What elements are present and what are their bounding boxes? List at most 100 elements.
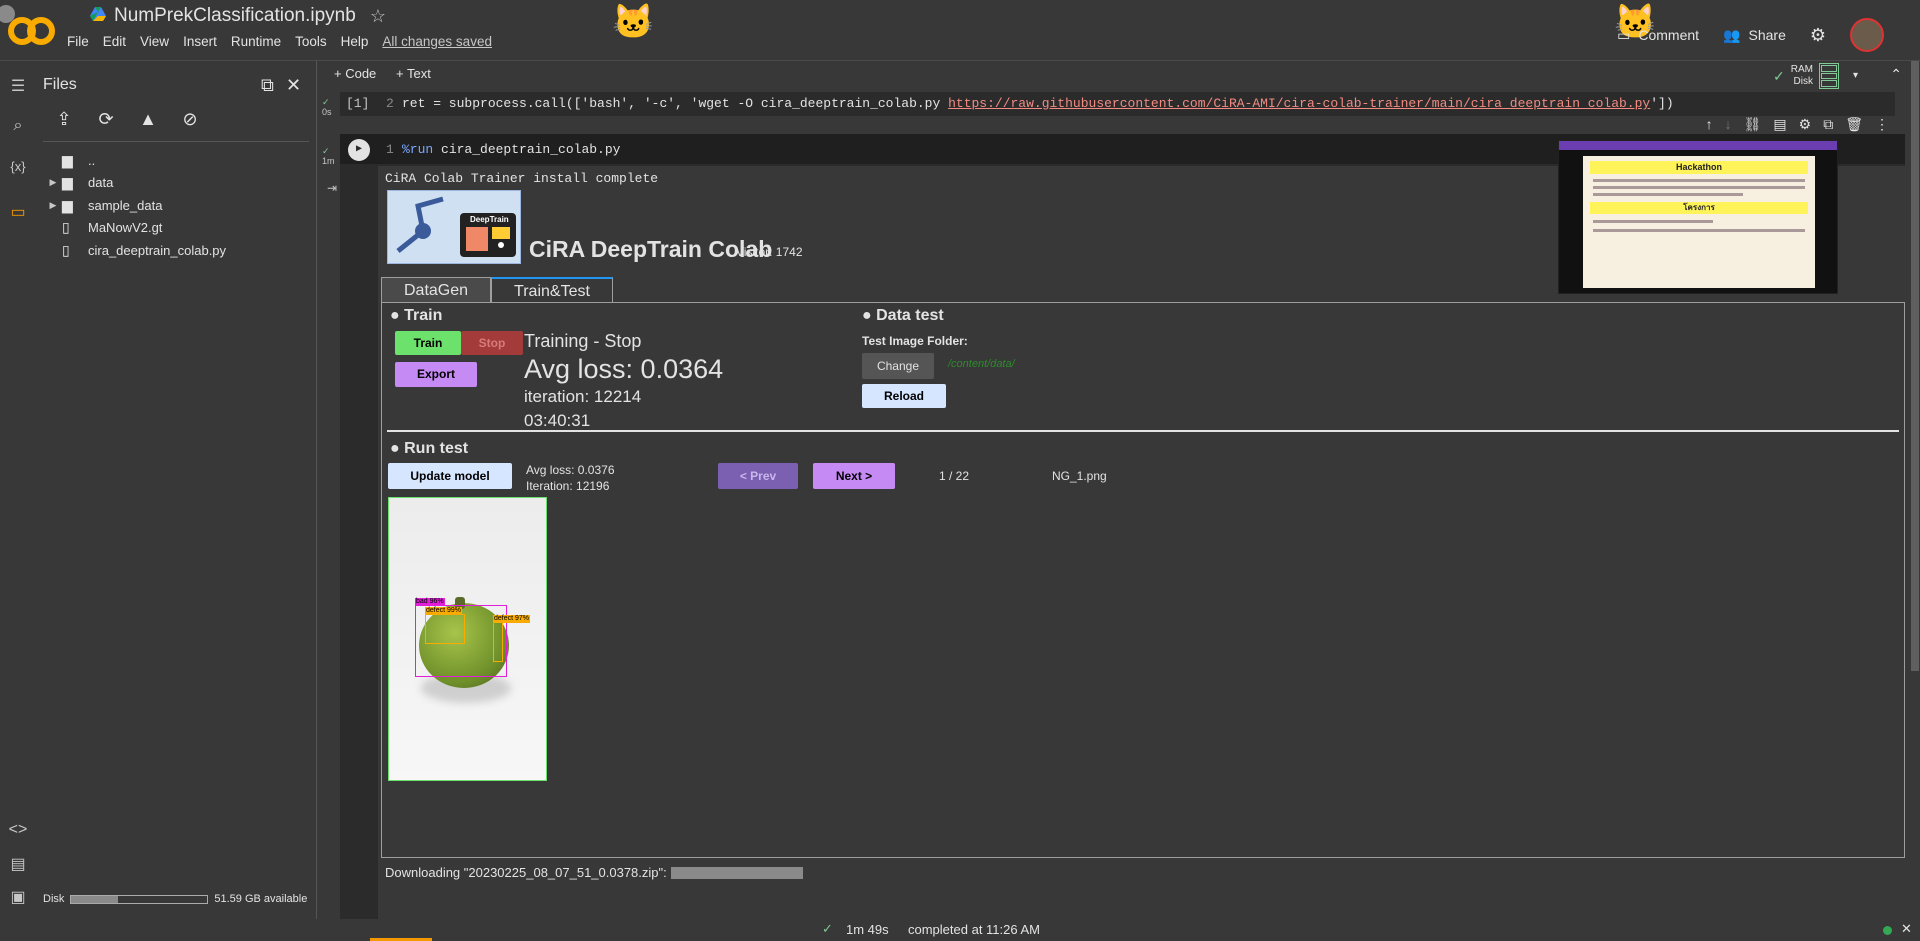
scrollbar-thumb[interactable]: [1911, 61, 1919, 671]
file-row-sample-data[interactable]: ▶ ▆ sample_data: [44, 194, 226, 217]
train-test-pane: ● Train Train Stop Export Training - Sto…: [381, 302, 1905, 858]
avatar[interactable]: [1850, 18, 1884, 52]
data-test-header: ● Data test: [862, 307, 944, 324]
comment-button[interactable]: ▭ Comment: [1617, 27, 1699, 44]
section-divider: [387, 430, 1899, 432]
update-model-button[interactable]: Update model: [388, 463, 512, 489]
file-row-parent[interactable]: ▆ ..: [44, 149, 226, 172]
runtest-iteration: Iteration: 12196: [526, 479, 610, 493]
file-row-deeptrain[interactable]: ▯ cira_deeptrain_colab.py: [44, 239, 226, 262]
folder-icon[interactable]: ▭: [0, 202, 36, 222]
move-up-icon[interactable]: ↑: [1706, 116, 1713, 133]
chevron-right-icon[interactable]: ▶: [44, 200, 62, 211]
cat-sticker-left: 🐱: [612, 3, 655, 41]
mount-drive-icon[interactable]: ▲: [134, 109, 162, 133]
file-row-manow[interactable]: ▯ MaNowV2.gt: [44, 217, 226, 240]
ram-label: RAM: [1790, 64, 1813, 75]
chevron-right-icon[interactable]: ▶: [44, 177, 62, 188]
exec-completed[interactable]: completed at 11:26 AM: [908, 922, 1040, 937]
disk-usage: Disk 51.59 GB available: [43, 893, 307, 905]
line-number: 2: [386, 96, 394, 111]
picture-in-picture-window[interactable]: Hackathon โครงการ: [1558, 140, 1838, 294]
move-down-icon[interactable]: ↓: [1725, 116, 1732, 133]
prev-button[interactable]: < Prev: [718, 463, 798, 489]
share-people-icon: 👥: [1723, 26, 1741, 43]
next-button[interactable]: Next >: [813, 463, 895, 489]
comment-cell-icon[interactable]: ▤: [1773, 116, 1786, 133]
close-icon[interactable]: ✕: [1901, 921, 1912, 937]
code-url[interactable]: https://raw.githubusercontent.com/CiRA-A…: [948, 96, 1650, 111]
gear-icon[interactable]: ⚙: [1810, 25, 1826, 46]
menu-insert[interactable]: Insert: [183, 34, 217, 49]
notebook-scrollbar[interactable]: [1910, 61, 1920, 919]
drive-icon: [90, 5, 106, 27]
reload-button[interactable]: Reload: [862, 384, 946, 408]
header: NumPrekClassification.ipynb ☆ File Edit …: [0, 0, 1920, 60]
download-status: Downloading "20230225_08_07_51_0.0378.zi…: [385, 865, 803, 880]
train-button[interactable]: Train: [395, 331, 461, 355]
add-code-button[interactable]: + Code: [334, 66, 376, 81]
pip-subheading: โครงการ: [1590, 202, 1808, 214]
code-cell-1[interactable]: [1] 2 ret = subprocess.call(['bash', '-c…: [340, 92, 1895, 116]
tab-train-test[interactable]: Train&Test: [491, 277, 613, 304]
share-button[interactable]: 👥 Share: [1723, 27, 1786, 44]
file-name: sample_data: [88, 197, 163, 213]
disk-available: 51.59 GB available: [214, 893, 308, 905]
command-palette-icon[interactable]: ▤: [0, 854, 36, 874]
files-divider: [43, 141, 309, 142]
terminal-icon[interactable]: ▣: [0, 887, 36, 907]
file-row-data[interactable]: ▶ ▆ data: [44, 172, 226, 195]
ram-disk-indicator[interactable]: ✓ RAM Disk ▾: [1773, 63, 1858, 89]
menu-view[interactable]: View: [140, 34, 169, 49]
menu-file[interactable]: File: [67, 34, 89, 49]
hide-hidden-icon[interactable]: ⊘: [176, 109, 204, 133]
current-filename: NG_1.png: [1052, 469, 1107, 483]
close-icon[interactable]: ✕: [286, 75, 301, 96]
more-icon[interactable]: ⋮: [1875, 116, 1889, 133]
run-cell-button[interactable]: ▶: [348, 139, 370, 161]
clear-output-icon[interactable]: ⇥: [327, 181, 337, 195]
pip-slide: Hackathon โครงการ: [1583, 156, 1815, 288]
add-text-button[interactable]: + Text: [396, 66, 431, 81]
collapse-header-icon[interactable]: ⌃: [1890, 66, 1902, 83]
iteration: iteration: 12214: [524, 387, 642, 406]
star-icon[interactable]: ☆: [370, 6, 386, 27]
visitor-count: Visitor: 1742: [736, 245, 803, 259]
file-icon: ▯: [62, 241, 70, 258]
variables-icon[interactable]: {x}: [0, 159, 36, 174]
chevron-down-icon[interactable]: ▾: [1853, 70, 1858, 82]
run-test-header: ● Run test: [390, 440, 469, 457]
upload-icon[interactable]: ⇪: [50, 109, 78, 133]
menu-tools[interactable]: Tools: [295, 34, 327, 49]
menu-help[interactable]: Help: [341, 34, 369, 49]
refresh-icon[interactable]: ⟳: [92, 109, 120, 133]
tab-datagen[interactable]: DataGen: [381, 277, 492, 304]
mirror-cell-icon[interactable]: ⧉: [1823, 116, 1833, 133]
settings-cell-icon[interactable]: ⚙: [1799, 116, 1812, 133]
change-button[interactable]: Change: [862, 353, 934, 379]
runtest-avg-loss: Avg loss: 0.0376: [526, 463, 615, 477]
notebook-title[interactable]: NumPrekClassification.ipynb: [114, 5, 356, 27]
export-button[interactable]: Export: [395, 362, 477, 387]
code-snippets-icon[interactable]: <>: [0, 821, 36, 839]
link-icon[interactable]: ⛓: [1744, 116, 1762, 133]
file-name: MaNowV2.gt: [88, 220, 163, 236]
deeptrain-logo: DeepTrain: [387, 190, 521, 264]
delete-icon[interactable]: 🗑: [1845, 116, 1863, 133]
files-title: Files: [43, 76, 77, 93]
menu-edit[interactable]: Edit: [103, 34, 126, 49]
menu-runtime[interactable]: Runtime: [231, 34, 281, 49]
file-icon: ▯: [62, 219, 70, 236]
test-folder-path: /content/data/: [948, 358, 1015, 370]
stop-button[interactable]: Stop: [461, 331, 523, 355]
colab-window: NumPrekClassification.ipynb ☆ File Edit …: [0, 0, 1920, 941]
pip-heading: Hackathon: [1590, 161, 1808, 174]
header-actions: ▭ Comment 👥 Share ⚙: [1617, 18, 1920, 52]
save-status[interactable]: All changes saved: [382, 34, 492, 49]
disk-bar: [70, 894, 209, 904]
colab-logo[interactable]: [0, 4, 58, 50]
ram-disk-meter: [1818, 63, 1839, 89]
menu-icon[interactable]: ☰: [0, 76, 36, 96]
search-icon[interactable]: ⌕: [0, 117, 36, 135]
open-in-tab-icon[interactable]: ⧉: [261, 75, 274, 96]
